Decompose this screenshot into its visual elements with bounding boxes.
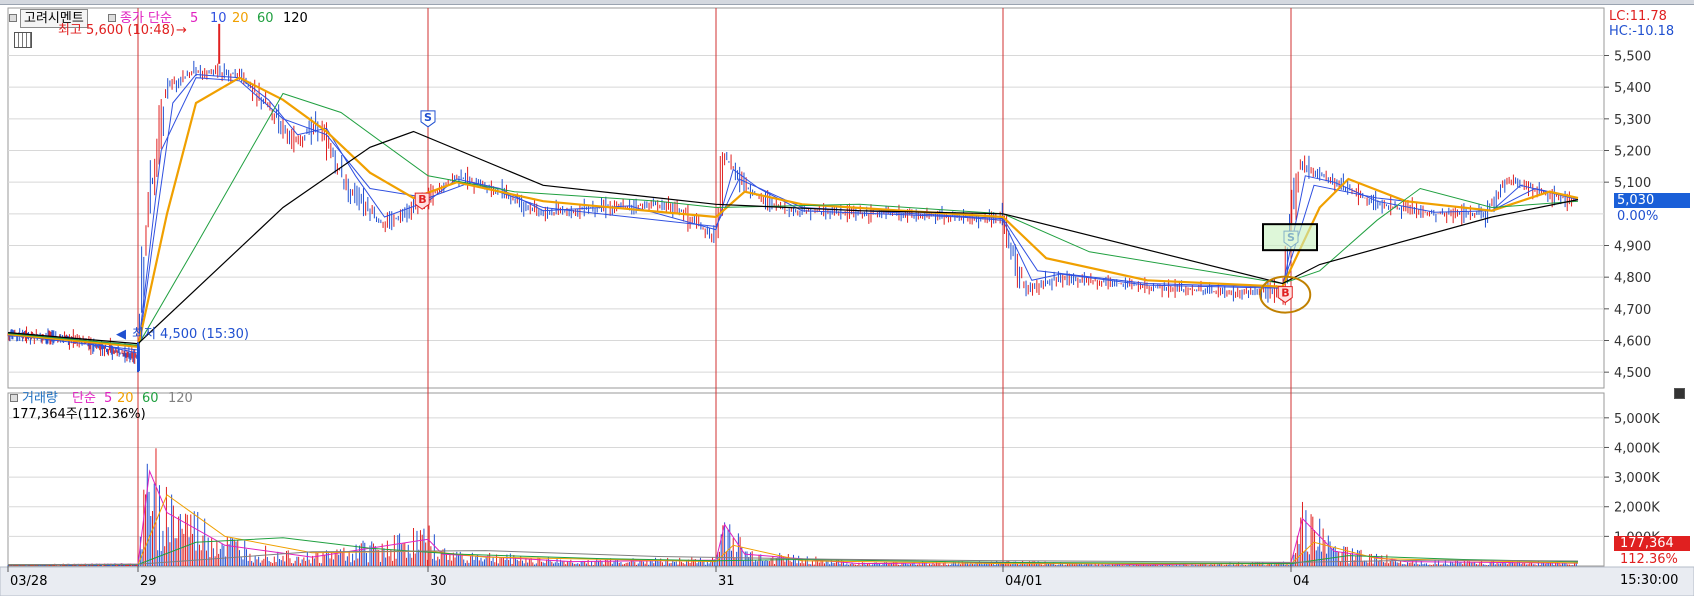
price-legend-ma20: 20 — [232, 11, 249, 26]
price-legend-ma5: 5 — [190, 11, 199, 26]
price-axis-label: 5,300 — [1614, 113, 1651, 128]
volume-legend-ma60: 60 — [142, 391, 159, 406]
price-axis-label: 4,600 — [1614, 335, 1651, 350]
high-price-label: 최고 5,600 (10:48) — [58, 23, 176, 38]
x-end-time: 15:30:00 — [1620, 573, 1679, 588]
x-axis-label: 03/28 — [10, 574, 47, 589]
volume-axis-label: 3,000K — [1614, 471, 1660, 486]
price-panel-bullet-icon[interactable] — [9, 14, 17, 22]
volume-info: 177,364주(112.36%) — [12, 407, 146, 422]
volume-panel-close-icon[interactable] — [1674, 388, 1685, 399]
x-axis-label: 04 — [1293, 574, 1310, 589]
price-axis-label: 5,500 — [1614, 50, 1651, 65]
x-axis-label: 29 — [140, 574, 157, 589]
grid-toggle-icon[interactable] — [14, 32, 32, 48]
price-axis-label: 4,700 — [1614, 303, 1651, 318]
high-arrow-icon: → — [176, 23, 187, 38]
x-axis-label: 04/01 — [1005, 574, 1042, 589]
signal-b-label: B — [1281, 287, 1289, 300]
price-legend-ma10: 10 — [210, 11, 227, 26]
volume-ma5-line — [7, 469, 1579, 566]
volume-legend-ma5: 5 — [104, 391, 113, 406]
signal-s-label: S — [424, 111, 432, 124]
annotation-box — [1262, 223, 1318, 252]
current-price-change: 0.00% — [1617, 209, 1659, 224]
volume-axis-label: 5,000K — [1614, 412, 1660, 427]
volume-panel-bullet-icon[interactable] — [10, 394, 18, 402]
price-axis-label: 5,200 — [1614, 145, 1651, 160]
price-axis-label: 5,100 — [1614, 176, 1651, 191]
low-price-label: 최저 4,500 (15:30) — [132, 327, 250, 342]
current-volume-value: 177,364 — [1620, 536, 1674, 551]
x-axis-label: 31 — [718, 574, 735, 589]
price-axis-label: 4,800 — [1614, 271, 1651, 286]
x-axis-label: 30 — [430, 574, 447, 589]
low-arrow-icon: ◀ — [116, 327, 126, 342]
chart-svg: 5,500 5,400 5,300 5,200 5,100 4,900 4,800 4,700… — [0, 7, 1694, 596]
volume-legend-ma120: 120 — [168, 391, 193, 406]
signal-b-label: B — [418, 193, 426, 206]
volume-legend-label: 거래량 — [22, 391, 58, 406]
volume-legend-sub: 단순 — [72, 391, 96, 406]
price-axis-label: 4,500 — [1614, 366, 1651, 381]
price-legend-ma120: 120 — [283, 11, 308, 26]
x-axis-strip — [0, 566, 1694, 596]
hc-indicator: HC:-10.18 — [1609, 24, 1675, 39]
volume-axis-label: 2,000K — [1614, 501, 1660, 516]
lc-indicator: LC:11.78 — [1609, 9, 1667, 24]
volume-axis-label: 4,000K — [1614, 441, 1660, 456]
volume-legend-ma20: 20 — [117, 391, 134, 406]
chart-root: 5,500 5,400 5,300 5,200 5,100 4,900 4,800 4,700… — [0, 0, 1694, 596]
price-axis-label: 4,900 — [1614, 240, 1651, 255]
price-legend-ma60: 60 — [257, 11, 274, 26]
price-legend-bullet-icon[interactable] — [108, 14, 116, 22]
current-price-value: 5,030 — [1617, 193, 1655, 208]
price-axis-label: 5,400 — [1614, 81, 1651, 96]
price-ma60-line — [7, 92, 1579, 346]
current-volume-ratio: 112.36% — [1620, 552, 1678, 567]
